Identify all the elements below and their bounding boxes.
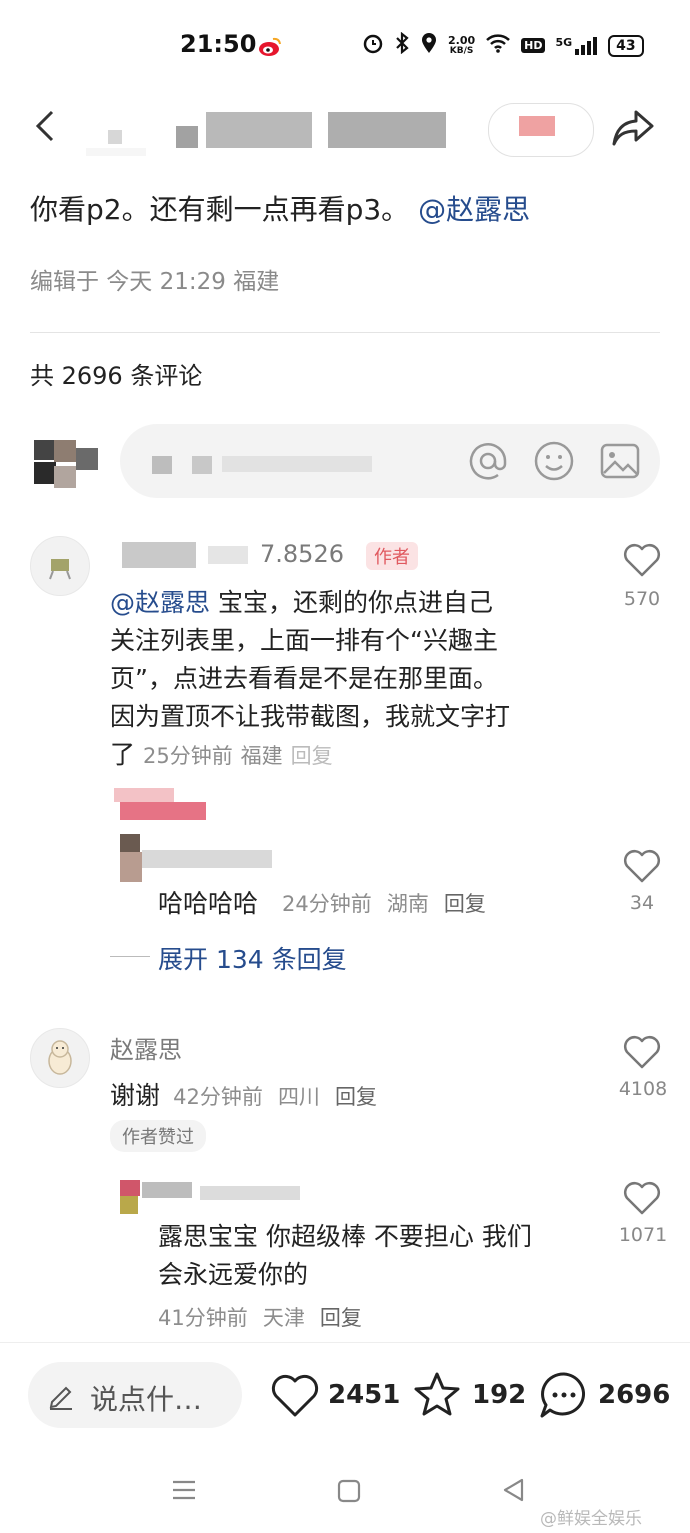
comment-line: 宝宝，还剩的你点进自己 (217, 588, 493, 617)
like-button[interactable] (622, 542, 662, 582)
comment-text: @赵露思 宝宝，还剩的你点进自己 关注列表里，上面一排有个“兴趣主 页”，点进去… (110, 584, 590, 775)
signal-icon: 5G (555, 36, 598, 56)
expand-replies-button[interactable]: 展开 134 条回复 (158, 940, 347, 976)
weibo-icon (258, 36, 282, 58)
comment-location: 四川 (277, 1085, 320, 1109)
like-count: 34 (629, 892, 655, 914)
comment-line: 因为置顶不让我带截图，我就文字打 (110, 702, 511, 731)
back-button[interactable] (28, 106, 68, 146)
reply-button[interactable]: 回复 (335, 1085, 377, 1109)
say-something-placeholder: 说点什… (90, 1383, 203, 1416)
avatar[interactable] (30, 1028, 90, 1088)
reply-meta: 24分钟前 湖南 回复 (282, 888, 486, 918)
status-icons: 2.00 KB/S HD 5G 43 (362, 31, 644, 59)
reply-location: 天津 (262, 1306, 305, 1330)
post-text: 你看p2。还有剩一点再看p3。 @赵露思 (30, 188, 530, 228)
reply-button[interactable]: 回复 (320, 1306, 362, 1330)
author-tag: 作者 (366, 542, 418, 570)
reply-line: 会永远爱你的 (158, 1260, 309, 1289)
location-icon (420, 32, 438, 59)
like-count: 4108 (618, 1078, 668, 1100)
like-button[interactable] (622, 1180, 662, 1220)
blurred-badge (110, 788, 220, 822)
back-nav-icon[interactable] (500, 1476, 526, 1508)
reply-meta: 41分钟前 天津 回复 (158, 1302, 362, 1332)
reply-user-blurred[interactable] (120, 1180, 320, 1216)
star-icon (414, 1372, 460, 1416)
at-icon[interactable] (467, 440, 509, 482)
heart-icon (624, 544, 660, 577)
heart-icon (624, 1182, 660, 1215)
heart-icon (624, 1036, 660, 1069)
comment-location: 福建 (240, 744, 283, 768)
expand-line (110, 956, 150, 957)
like-button[interactable] (622, 1034, 662, 1074)
home-icon[interactable] (336, 1478, 362, 1508)
pencil-icon (46, 1380, 76, 1410)
post-mention-link[interactable]: @赵露思 (418, 193, 530, 226)
reply-line: 露思宝宝 你超级棒 不要担心 我们 (158, 1222, 532, 1251)
post-like-count: 2451 (328, 1380, 401, 1410)
speed-value: 2.00 (448, 33, 476, 47)
share-icon[interactable] (610, 106, 656, 150)
wifi-icon (485, 33, 511, 58)
network-speed: 2.00 KB/S (448, 35, 475, 57)
comment-mention-link[interactable]: @赵露思 (110, 588, 210, 617)
alarm-icon (362, 32, 384, 59)
hd-badge: HD (521, 38, 546, 53)
comment-total-count: 2696 (598, 1380, 671, 1410)
watermark: @鲜娱全娱乐 (540, 1509, 642, 1529)
reply-location: 湖南 (386, 892, 429, 916)
comment-line: 页”，点进去看看是不是在那里面。 (110, 664, 498, 693)
reply-text: 哈哈哈哈 (158, 889, 259, 918)
battery-level: 43 (608, 34, 644, 57)
like-button[interactable] (622, 848, 662, 888)
favorite-button[interactable] (412, 1370, 462, 1422)
comment-time: 42分钟前 (173, 1085, 263, 1109)
emoji-icon[interactable] (533, 440, 575, 482)
like-post-button[interactable] (270, 1372, 320, 1422)
input-placeholder-blurred (152, 452, 392, 474)
reply-time: 24分钟前 (282, 892, 372, 916)
network-type: 5G (555, 35, 573, 49)
heart-icon (624, 850, 660, 883)
post-body: 你看p2。还有剩一点再看p3。 (30, 193, 410, 226)
reply-user-blurred[interactable] (120, 834, 280, 884)
reply-button[interactable]: 回复 (444, 892, 486, 916)
author-liked-badge: 作者赞过 (110, 1120, 206, 1152)
author-header-blurred[interactable] (80, 110, 450, 160)
like-count: 570 (623, 588, 661, 610)
commenter-name[interactable]: 赵露思 (110, 1030, 182, 1065)
status-time: 21:50 (180, 30, 257, 58)
edit-info: 编辑于 今天 21:29 福建 (30, 269, 280, 295)
comment-time: 25分钟前 (142, 744, 233, 768)
my-avatar-blurred (34, 440, 104, 490)
image-icon[interactable] (599, 440, 641, 482)
reply-text: 露思宝宝 你超级棒 不要担心 我们 会永远爱你的 (158, 1218, 598, 1294)
comment-row: 谢谢 42分钟前 四川 回复 (110, 1076, 377, 1112)
follow-button[interactable] (488, 103, 594, 157)
comment-header: 7.8526 作者 (110, 540, 470, 572)
reply-button[interactable]: 回复 (291, 744, 333, 768)
comment-line: 关注列表里，上面一排有个“兴趣主 (110, 626, 498, 655)
speed-unit: KB/S (449, 45, 474, 56)
avatar[interactable] (30, 536, 90, 596)
favorite-count: 192 (472, 1380, 527, 1410)
heart-icon (271, 1374, 319, 1417)
reply-time: 41分钟前 (158, 1306, 248, 1330)
like-count: 1071 (618, 1224, 668, 1246)
commenter-name-suffix[interactable]: 7.8526 (260, 540, 344, 568)
divider (30, 332, 660, 333)
comment-bubble-icon (540, 1372, 585, 1418)
comment-line: 了 (110, 740, 136, 769)
comment-button[interactable] (538, 1370, 590, 1424)
comment-count: 共 2696 条评论 (30, 362, 203, 390)
bottom-divider (0, 1342, 690, 1343)
menu-icon[interactable] (170, 1476, 198, 1508)
comment-text: 谢谢 (110, 1081, 161, 1110)
bluetooth-icon (394, 31, 410, 59)
